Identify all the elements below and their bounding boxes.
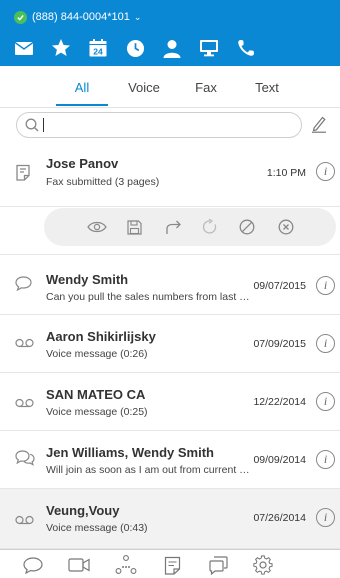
voicemail-icon [15,335,35,355]
view-icon[interactable] [86,218,108,236]
save-icon[interactable] [125,218,143,236]
message-preview: Voice message (0:25) [46,406,148,418]
list-item[interactable]: Wendy Smith Can you pull the sales numbe… [0,256,340,315]
search-icon [25,118,39,137]
message-preview: Can you pull the sales numbers from last… [46,291,250,303]
phone-number: (888) 844-0004*101 [32,11,130,23]
contact-name: Wendy Smith [46,272,129,287]
contact-name: Jose Panov [46,156,119,171]
refresh-icon[interactable] [201,218,219,236]
settings-icon[interactable] [252,555,274,575]
tab-fax[interactable]: Fax [180,66,232,108]
bottom-toolbar [0,549,340,578]
tab-all[interactable]: All [56,66,108,108]
mail-icon[interactable] [13,37,35,59]
message-time: 07/09/2015 [253,338,306,350]
message-time: 09/07/2015 [253,280,306,292]
video-icon[interactable] [68,555,90,575]
message-time: 1:10 PM [266,167,306,179]
star-icon[interactable] [50,37,72,59]
calendar-day: 24 [93,47,103,57]
message-filter-tabs: All Voice Fax Text [0,66,340,108]
text-cursor [43,118,44,132]
contact-name: Jen Williams, Wendy Smith [46,445,214,460]
chat-bubble-icon [15,276,35,296]
voicemail-icon [15,395,35,415]
contact-name: Aaron Shikirlijsky [46,329,156,344]
search-input[interactable] [48,113,288,137]
list-item[interactable]: Jose Panov Fax submitted (3 pages) 1:10 … [0,148,340,207]
group-chat-icon [15,450,35,470]
compose-icon[interactable] [311,115,327,138]
phone-icon[interactable] [235,37,257,59]
message-time: 07/26/2014 [253,512,306,524]
info-icon[interactable]: i [316,392,335,411]
delete-icon[interactable] [277,218,295,236]
messages-icon[interactable] [207,555,229,575]
info-icon[interactable]: i [316,334,335,353]
list-item[interactable]: SAN MATEO CA Voice message (0:25) 12/22/… [0,373,340,431]
message-preview: Will join as soon as I am out from curre… [46,464,250,476]
notes-icon[interactable] [161,555,183,575]
chevron-down-icon: ⌄ [133,11,142,22]
active-tab-indicator [56,104,108,106]
voicemail-icon [15,512,35,532]
nav-icon-bar: 24 [0,33,340,63]
conference-icon[interactable] [115,555,137,575]
calendar-icon[interactable]: 24 [87,37,109,59]
info-icon[interactable]: i [316,276,335,295]
message-preview: Voice message (0:26) [46,348,148,360]
block-icon[interactable] [238,218,256,236]
message-action-toolbar [44,208,336,246]
desktop-icon[interactable] [198,37,220,59]
contact-icon[interactable] [161,37,183,59]
status-check-icon [14,10,27,24]
message-time: 12/22/2014 [253,396,306,408]
contact-name: Veung,Vouy [46,503,120,518]
fax-icon [15,164,35,184]
message-preview: Voice message (0:43) [46,522,148,534]
divider [0,254,340,255]
info-icon[interactable]: i [316,450,335,469]
message-preview: Fax submitted (3 pages) [46,176,160,188]
chat-icon[interactable] [22,555,44,575]
message-time: 09/09/2014 [253,454,306,466]
info-icon[interactable]: i [316,162,335,181]
info-icon[interactable]: i [316,508,335,527]
clock-icon[interactable] [124,37,146,59]
tab-voice[interactable]: Voice [118,66,170,108]
forward-icon[interactable] [164,218,182,236]
list-item[interactable]: Aaron Shikirlijsky Voice message (0:26) … [0,315,340,373]
contact-name: SAN MATEO CA [46,387,146,402]
app-header: (888) 844-0004*101 ⌄ 24 [0,0,340,66]
phone-number-selector[interactable]: (888) 844-0004*101 ⌄ [14,9,141,25]
list-item[interactable]: Jen Williams, Wendy Smith Will join as s… [0,431,340,489]
tab-text[interactable]: Text [241,66,293,108]
list-item[interactable]: Veung,Vouy Voice message (0:43) 07/26/20… [0,489,340,549]
